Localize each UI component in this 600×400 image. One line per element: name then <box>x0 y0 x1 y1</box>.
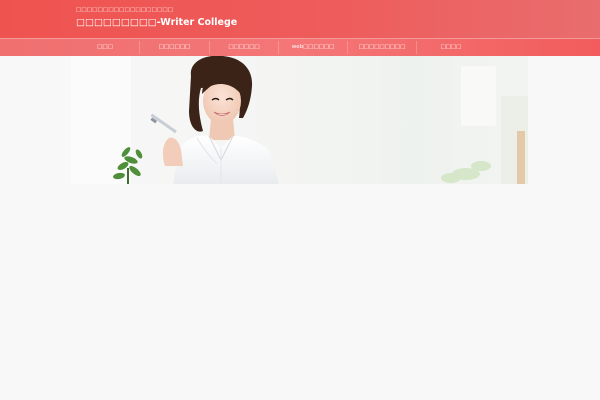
nav-item-3[interactable]: □□□□□□ <box>210 39 278 56</box>
main-navigation: □□□ □□□□□□ □□□□□□ web□□□□□□ □□□□□□□□□ □□… <box>0 38 600 56</box>
hero-banner-image <box>71 56 528 184</box>
nav-item-home[interactable]: □□□ <box>71 39 139 56</box>
site-header: □□□□□□□□□□□□□□□□□□ □□□□□□□□□-Writer Coll… <box>0 0 600 38</box>
nav-item-2[interactable]: □□□□□□ <box>140 39 209 56</box>
nav-item-5[interactable]: □□□□□□□□□ <box>348 39 416 56</box>
nav-item-6[interactable]: □□□□ <box>417 39 485 56</box>
woman-holding-pen-photo-icon <box>71 56 528 184</box>
site-tagline: □□□□□□□□□□□□□□□□□□ <box>76 7 174 13</box>
nav-item-web[interactable]: web□□□□□□ <box>279 39 347 56</box>
site-title-link[interactable]: □□□□□□□□□-Writer College <box>76 17 237 28</box>
